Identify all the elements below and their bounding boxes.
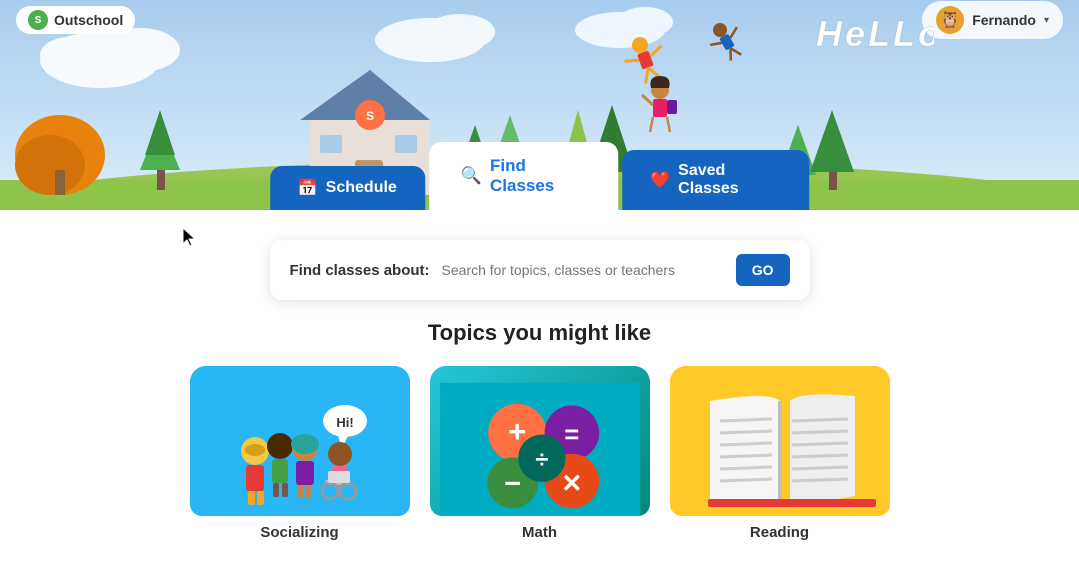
tab-saved-label: Saved Classes: [678, 162, 781, 198]
topics-grid: Hi!: [130, 366, 950, 541]
search-container: Find classes about: GO: [270, 240, 810, 300]
hello-text: HeLLo: [814, 10, 934, 60]
reading-image: [670, 366, 890, 516]
topic-card-math[interactable]: + = − ✕ ÷: [430, 366, 650, 541]
cursor: [183, 228, 195, 246]
reading-label: Reading: [750, 524, 809, 541]
tab-find-label: Find Classes: [490, 156, 586, 196]
svg-text:HeLLo: HeLLo: [816, 13, 934, 54]
logo-text: Outschool: [54, 12, 123, 28]
svg-text:−: −: [504, 468, 521, 500]
go-button[interactable]: GO: [736, 254, 790, 286]
math-image: + = − ✕ ÷: [430, 366, 650, 516]
chevron-down-icon: ▾: [1044, 15, 1049, 26]
logo[interactable]: S Outschool: [16, 6, 135, 34]
svg-text:S: S: [366, 109, 374, 123]
svg-text:÷: ÷: [535, 447, 548, 473]
main-content: Find classes about: GO Topics you might …: [0, 210, 1079, 561]
tab-navigation: 📅 Schedule 🔍 Find Classes ❤️ Saved Class…: [270, 142, 810, 210]
search-label: Find classes about:: [290, 262, 430, 279]
svg-text:Hi!: Hi!: [336, 415, 353, 430]
svg-text:✕: ✕: [561, 470, 582, 498]
topics-title: Topics you might like: [428, 320, 651, 346]
tab-schedule[interactable]: 📅 Schedule: [270, 166, 425, 210]
user-menu[interactable]: 🦉 Fernando ▾: [922, 1, 1063, 39]
logo-icon: S: [28, 10, 48, 30]
svg-text:=: =: [564, 421, 579, 449]
social-image: Hi!: [190, 366, 410, 516]
user-name: Fernando: [972, 12, 1036, 28]
avatar: 🦉: [936, 6, 964, 34]
tab-find-classes[interactable]: 🔍 Find Classes: [429, 142, 618, 210]
saved-icon: ❤️: [650, 170, 670, 190]
math-label: Math: [522, 524, 557, 541]
tab-schedule-label: Schedule: [326, 179, 397, 197]
header-banner: S: [0, 0, 1079, 210]
tab-saved-classes[interactable]: ❤️ Saved Classes: [622, 150, 809, 210]
schedule-icon: 📅: [298, 178, 318, 198]
find-icon: 🔍: [461, 166, 482, 186]
social-label: Socializing: [260, 524, 338, 541]
topics-section: Topics you might like Hi!: [0, 300, 1079, 541]
search-input[interactable]: [442, 262, 724, 278]
topic-card-social[interactable]: Hi!: [190, 366, 410, 541]
topic-card-reading[interactable]: Reading: [670, 366, 890, 541]
